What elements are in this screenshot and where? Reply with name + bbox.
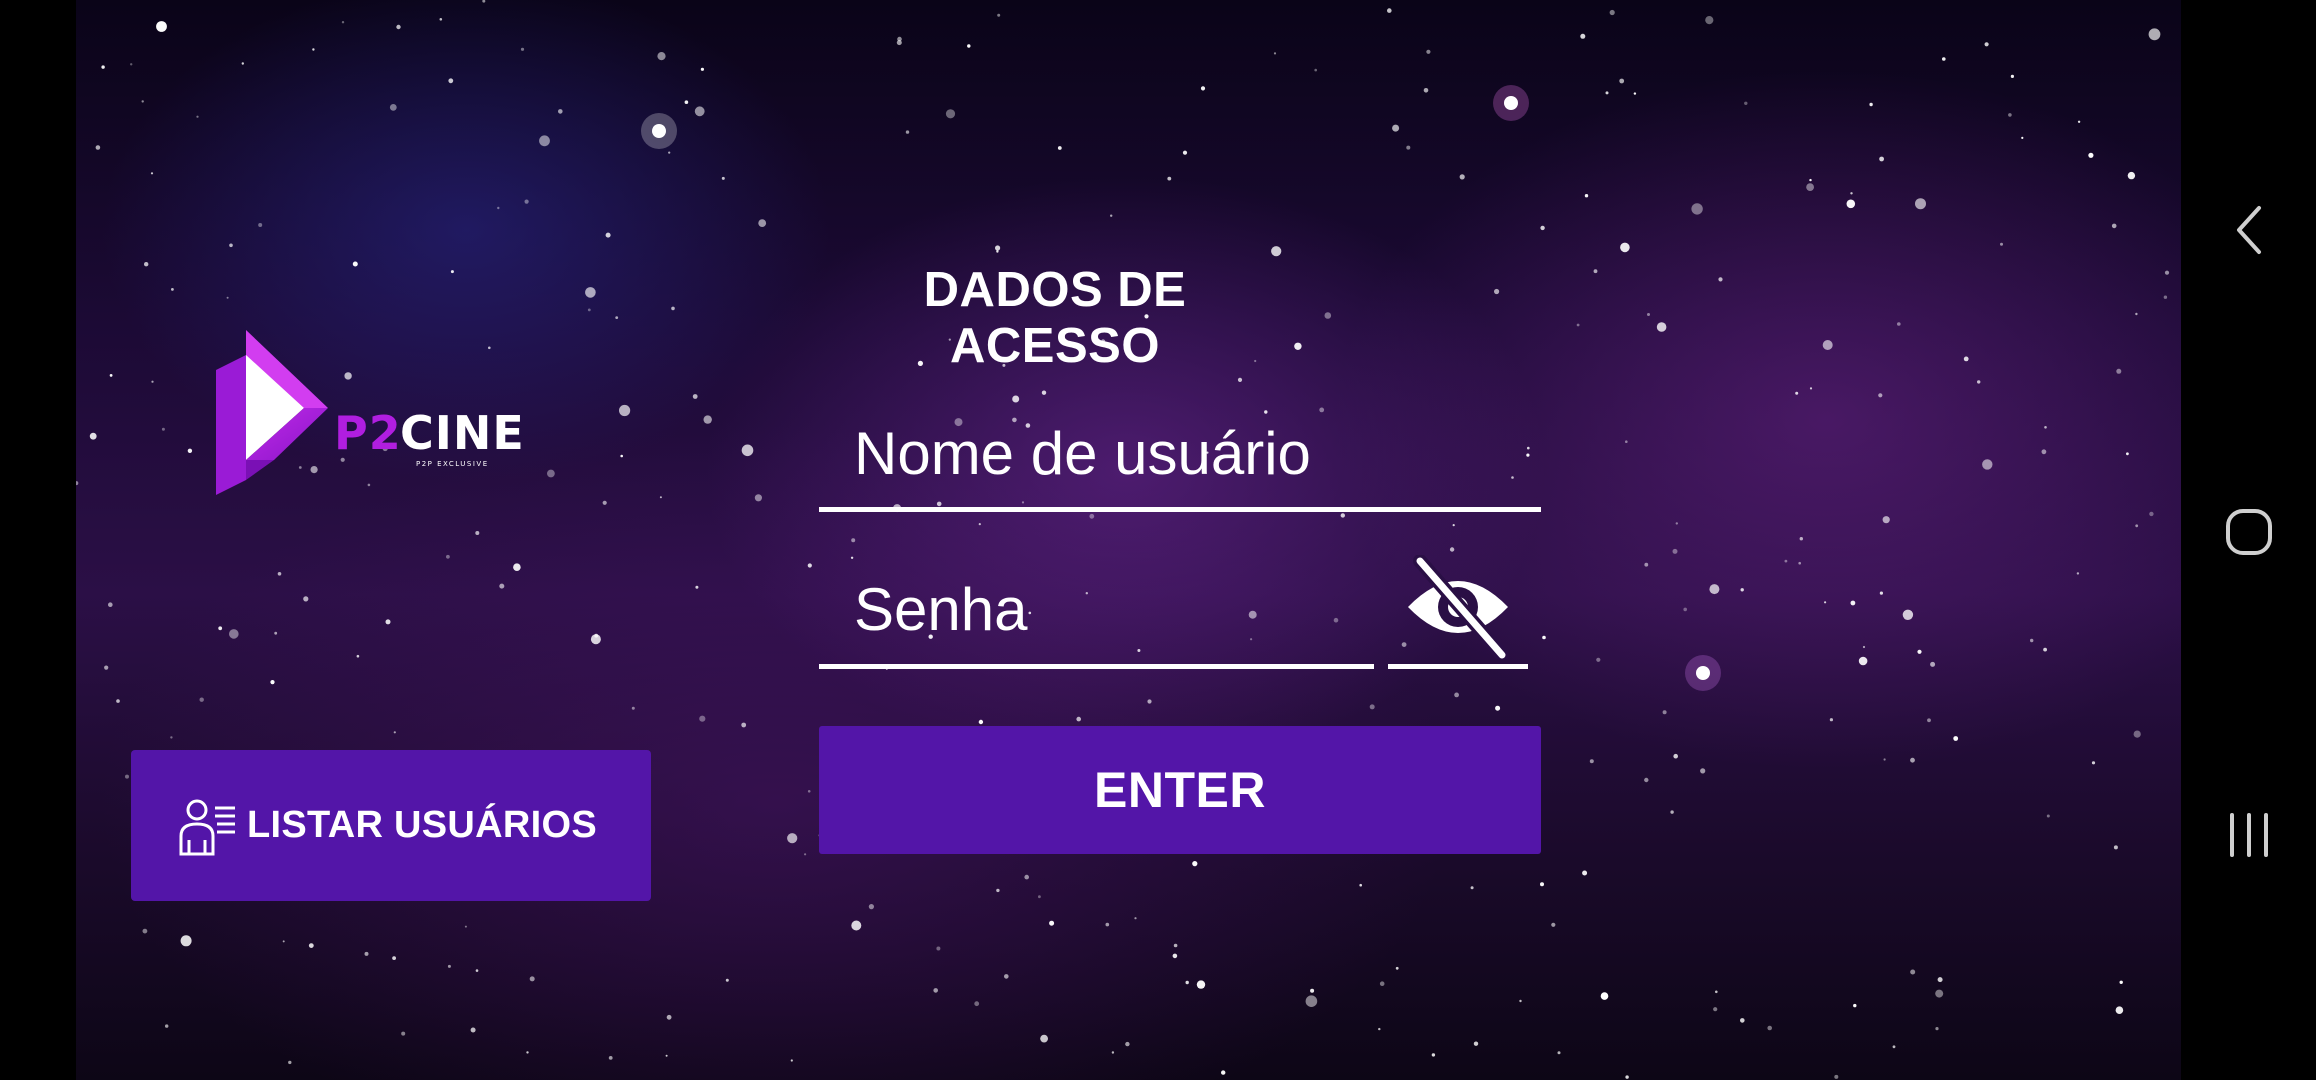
password-visibility-toggle[interactable]	[1388, 554, 1528, 669]
list-users-button[interactable]: LISTAR USUÁRIOS	[131, 750, 651, 901]
svg-text:P2P EXCLUSIVE: P2P EXCLUSIVE	[416, 460, 489, 468]
nav-back-button[interactable]	[2181, 172, 2316, 292]
login-screen: P2 CINE P2P EXCLUSIVE LISTAR USUÁRIOS DA…	[76, 0, 2181, 1080]
screen: P2 CINE P2P EXCLUSIVE LISTAR USUÁRIOS DA…	[0, 0, 2316, 1080]
password-field[interactable]	[819, 555, 1374, 669]
recents-icon	[2226, 810, 2272, 865]
starfield-background	[76, 0, 2170, 1079]
eye-off-icon	[1402, 554, 1514, 664]
username-field[interactable]	[819, 400, 1541, 512]
user-list-icon	[175, 796, 237, 856]
nav-recents-button[interactable]	[2181, 777, 2316, 897]
form-title: DADOS DE ACESSO	[923, 263, 1187, 373]
home-icon	[2224, 507, 2274, 562]
svg-text:P2: P2	[334, 406, 402, 460]
system-navigation-bar	[2181, 0, 2316, 1080]
password-input[interactable]	[819, 555, 1374, 664]
back-icon	[2229, 202, 2269, 263]
svg-text:CINE: CINE	[400, 406, 525, 460]
app-logo: P2 CINE P2P EXCLUSIVE	[216, 330, 576, 500]
enter-button[interactable]: ENTER	[819, 726, 1541, 854]
left-inset-bar	[0, 0, 76, 1080]
list-users-label: LISTAR USUÁRIOS	[247, 804, 598, 846]
username-input[interactable]	[819, 400, 1541, 507]
nav-home-button[interactable]	[2181, 474, 2316, 594]
